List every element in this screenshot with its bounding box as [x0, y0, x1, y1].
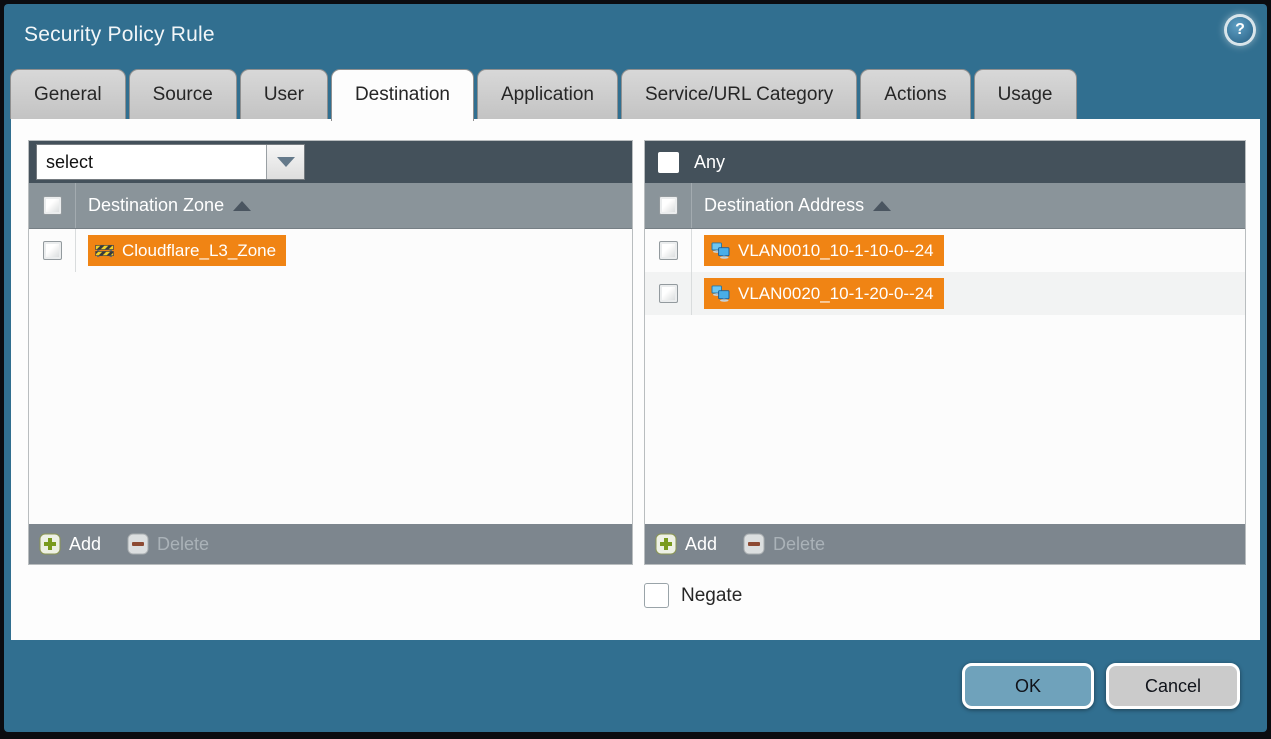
delete-icon — [743, 533, 765, 555]
delete-address-button[interactable]: Delete — [743, 533, 825, 555]
sort-ascending-icon — [873, 201, 891, 211]
address-list: VLAN0010_10-1-10-0--24 — [645, 229, 1245, 524]
address-item[interactable]: VLAN0020_10-1-20-0--24 — [704, 278, 944, 309]
add-icon — [39, 533, 61, 555]
address-item[interactable]: VLAN0010_10-1-10-0--24 — [704, 235, 944, 266]
sort-ascending-icon — [233, 201, 251, 211]
any-checkbox[interactable] — [658, 152, 679, 173]
zone-select-all-checkbox[interactable] — [43, 196, 62, 215]
any-label: Any — [694, 152, 725, 173]
add-label: Add — [69, 534, 101, 555]
delete-label: Delete — [773, 534, 825, 555]
negate-label: Negate — [681, 585, 742, 607]
zone-list: Cloudflare_L3_Zone — [29, 229, 632, 524]
address-item-label: VLAN0010_10-1-10-0--24 — [738, 241, 934, 261]
address-icon — [711, 285, 730, 302]
dialog-title: Security Policy Rule — [24, 23, 215, 47]
zone-row-checkbox[interactable] — [43, 241, 62, 260]
zone-panel-header — [29, 141, 632, 183]
tab-destination[interactable]: Destination — [331, 69, 474, 121]
zone-item-label: Cloudflare_L3_Zone — [122, 241, 276, 261]
table-row: Cloudflare_L3_Zone — [29, 229, 632, 272]
tab-user[interactable]: User — [240, 69, 328, 119]
add-label: Add — [685, 534, 717, 555]
tab-general[interactable]: General — [10, 69, 126, 119]
destination-address-panel: Any Destination Address — [644, 140, 1246, 565]
address-row-checkbox[interactable] — [659, 284, 678, 303]
table-row: VLAN0020_10-1-20-0--24 — [645, 272, 1245, 315]
address-item-label: VLAN0020_10-1-20-0--24 — [738, 284, 934, 304]
table-row: VLAN0010_10-1-10-0--24 — [645, 229, 1245, 272]
address-row-checkbox[interactable] — [659, 241, 678, 260]
tab-application[interactable]: Application — [477, 69, 618, 119]
zone-column-label: Destination Zone — [88, 195, 224, 216]
tab-service-url-category[interactable]: Service/URL Category — [621, 69, 857, 119]
delete-label: Delete — [157, 534, 209, 555]
address-panel-footer: Add Delete — [645, 524, 1245, 564]
add-icon — [655, 533, 677, 555]
destination-zone-panel: Destination Zone — [28, 140, 633, 565]
add-address-button[interactable]: Add — [655, 533, 717, 555]
security-policy-rule-dialog: Security Policy Rule ? General Source Us… — [4, 4, 1267, 732]
chevron-down-icon — [277, 157, 295, 167]
cancel-button[interactable]: Cancel — [1106, 663, 1240, 709]
tab-source[interactable]: Source — [129, 69, 237, 119]
help-icon[interactable]: ? — [1227, 17, 1253, 43]
zone-item[interactable]: Cloudflare_L3_Zone — [88, 235, 286, 266]
address-select-all-checkbox[interactable] — [659, 196, 678, 215]
address-panel-header: Any — [645, 141, 1245, 183]
tab-content-destination: Destination Zone — [11, 119, 1260, 640]
delete-zone-button[interactable]: Delete — [127, 533, 209, 555]
negate-option[interactable]: Negate — [644, 583, 742, 608]
address-icon — [711, 242, 730, 259]
zone-select-input[interactable] — [37, 145, 266, 179]
zone-panel-footer: Add Delete — [29, 524, 632, 564]
negate-checkbox[interactable] — [644, 583, 669, 608]
tab-actions[interactable]: Actions — [860, 69, 970, 119]
address-column-header[interactable]: Destination Address — [645, 183, 1245, 229]
tab-usage[interactable]: Usage — [974, 69, 1077, 119]
ok-button[interactable]: OK — [962, 663, 1094, 709]
add-zone-button[interactable]: Add — [39, 533, 101, 555]
zone-select-combo[interactable] — [36, 144, 305, 180]
zone-select-dropdown-button[interactable] — [266, 145, 304, 179]
delete-icon — [127, 533, 149, 555]
zone-column-header[interactable]: Destination Zone — [29, 183, 632, 229]
tab-bar: General Source User Destination Applicat… — [10, 69, 1077, 119]
zone-icon — [95, 243, 114, 258]
address-column-label: Destination Address — [704, 195, 864, 216]
